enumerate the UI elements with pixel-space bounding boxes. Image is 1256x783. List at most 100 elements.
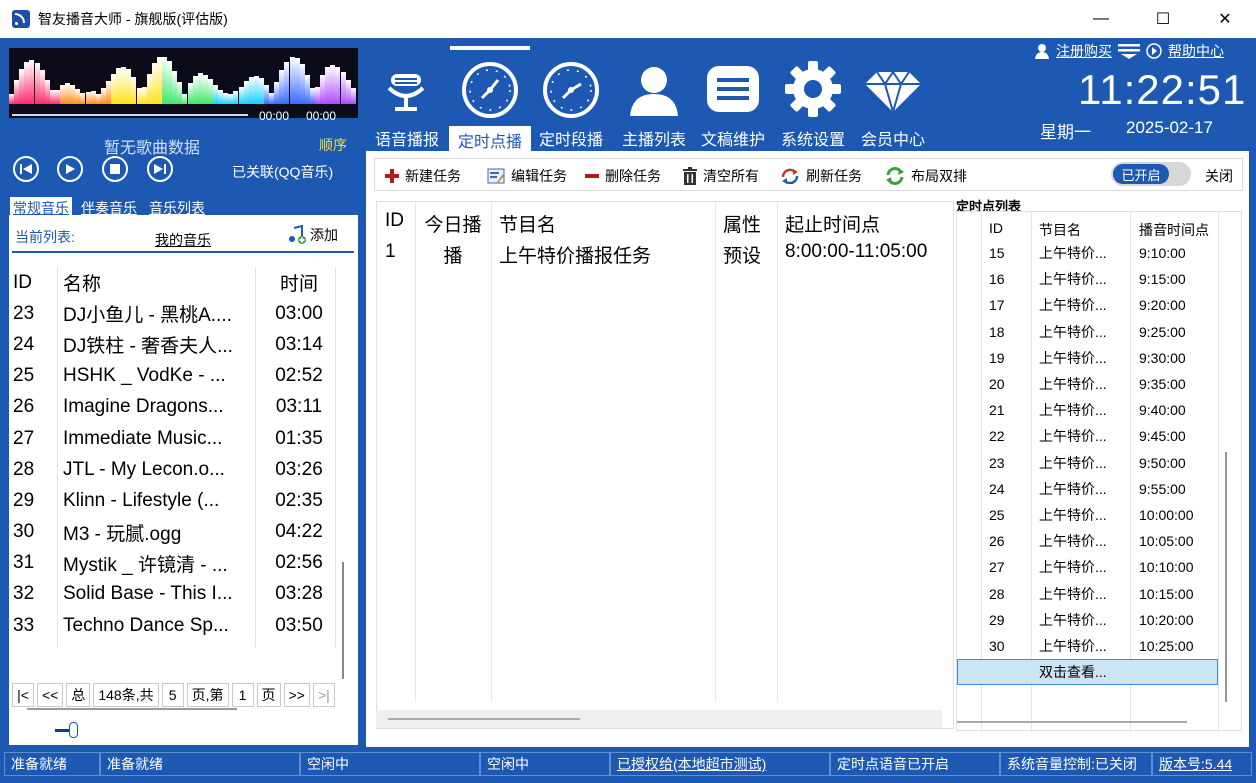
clear-all-button[interactable]: 清空所有 <box>683 166 759 186</box>
view-more-row-content[interactable]: 双击查看... <box>957 659 1131 685</box>
table-row[interactable]: 30 M3 - 玩腻.ogg 04:22 <box>9 517 355 548</box>
register-link[interactable]: 注册购买 <box>1056 41 1112 61</box>
timer-time: 9:45:00 <box>1139 428 1186 445</box>
timer-id: 28 <box>989 585 1005 602</box>
table-row[interactable]: 24 上午特价... 9:55:00 <box>957 476 1227 502</box>
play-order-button[interactable]: 顺序 <box>319 135 347 155</box>
table-row[interactable]: 23 上午特价... 9:50:00 <box>957 450 1227 476</box>
song-table: ID 名称 时间 23 DJ小鱼儿 - 黑桃A.... 03:00 24 DJ铁柱 - … <box>9 267 355 641</box>
table-row[interactable]: 24 DJ铁柱 - 奢香夫人... 03:14 <box>9 329 355 360</box>
header-id[interactable]: ID <box>9 272 57 294</box>
song-name: Mystik _ 许镜清 - ... <box>63 554 228 576</box>
table-row[interactable]: 23 DJ小鱼儿 - 黑桃A.... 03:00 <box>9 298 355 329</box>
table-row[interactable]: 30 上午特价... 10:25:00 <box>957 633 1227 659</box>
table-row[interactable]: 16 上午特价... 9:15:00 <box>957 266 1227 292</box>
table-row[interactable]: 33 Techno Dance Sp... 03:50 <box>9 610 355 641</box>
nav-system-settings[interactable]: 系统设置 <box>772 46 854 149</box>
prev-page-button[interactable]: << <box>37 683 64 707</box>
nav-anchor-list[interactable]: 主播列表 <box>613 46 695 149</box>
table-row[interactable]: 31 Mystik _ 许镜清 - ... 02:56 <box>9 548 355 579</box>
refresh-icon <box>781 168 799 184</box>
timer-list-scrollbar[interactable] <box>1225 452 1227 702</box>
refresh-task-button[interactable]: 刷新任务 <box>780 166 862 186</box>
record-count: 148条,共 <box>93 683 159 707</box>
table-row[interactable]: 22 上午特价... 9:45:00 <box>957 423 1227 449</box>
delete-task-button[interactable]: 删除任务 <box>585 166 661 186</box>
header-attr[interactable]: 属性 <box>715 210 777 237</box>
toggle-off-label[interactable]: 关闭 <box>1205 166 1233 186</box>
stop-button[interactable] <box>102 156 128 182</box>
add-music-button[interactable]: 添加 <box>287 225 338 245</box>
header-name[interactable]: 名称 <box>57 269 255 296</box>
timer-list-hscrollbar[interactable] <box>957 716 1241 730</box>
menu-icon[interactable] <box>1118 43 1140 59</box>
song-name: Techno Dance Sp... <box>63 614 229 636</box>
table-row[interactable]: 32 Solid Base - This I... 03:28 <box>9 579 355 610</box>
header-name[interactable]: 节目名 <box>1031 220 1131 240</box>
header-name[interactable]: 节目名 <box>491 210 715 237</box>
nav-voice-broadcast[interactable]: 语音播报 <box>366 46 448 149</box>
table-row[interactable]: 28 上午特价... 10:15:00 <box>957 581 1227 607</box>
table-row[interactable]: 20 上午特价... 9:35:00 <box>957 371 1227 397</box>
nav-timed-play[interactable]: 定时点播 <box>449 46 531 154</box>
status-license-link[interactable]: 已授权给(本地超市测试) <box>610 752 830 776</box>
scroll-thumb[interactable] <box>957 721 1187 723</box>
table-row[interactable]: 17 上午特价... 9:20:00 <box>957 292 1227 318</box>
playback-progress[interactable] <box>12 114 248 116</box>
current-list-name[interactable]: 我的音乐 <box>155 230 211 250</box>
nav-member-center[interactable]: 会员中心 <box>852 46 934 149</box>
edit-task-button[interactable]: 编辑任务 <box>487 166 567 186</box>
table-row[interactable]: 15 上午特价... 9:10:00 <box>957 240 1227 266</box>
next-page-button[interactable]: >> <box>283 683 310 707</box>
table-row[interactable]: 25 上午特价... 10:00:00 <box>957 502 1227 528</box>
table-row[interactable]: 21 上午特价... 9:40:00 <box>957 397 1227 423</box>
status-version-link[interactable]: 版本号:5.44 <box>1152 752 1252 776</box>
next-button[interactable] <box>147 156 173 182</box>
timer-time: 10:10:00 <box>1139 559 1194 576</box>
table-row[interactable]: 25 HSHK _ VodKe - ... 02:52 <box>9 361 355 392</box>
play-button[interactable] <box>57 156 83 182</box>
user-icon <box>1035 44 1049 59</box>
header-time[interactable]: 播音时间点 <box>1131 220 1227 240</box>
add-music-label: 添加 <box>310 227 338 243</box>
header-range[interactable]: 起止时间点 <box>777 210 955 237</box>
first-page-button[interactable]: |< <box>12 683 34 707</box>
volume-slider[interactable] <box>55 722 303 738</box>
song-list-scrollbar[interactable] <box>342 562 344 679</box>
maximize-button[interactable]: ☐ <box>1132 0 1194 38</box>
table-row[interactable]: 1 播 上午特价播报任务 预设 8:00:00-11:05:00 <box>377 241 955 268</box>
table-row[interactable]: 27 Immediate Music... 01:35 <box>9 423 355 454</box>
timer-id: 19 <box>989 349 1005 366</box>
minimize-button[interactable]: — <box>1070 0 1132 38</box>
help-center-link[interactable]: 帮助中心 <box>1168 41 1224 61</box>
timer-time: 9:40:00 <box>1139 402 1186 419</box>
header-today[interactable]: 今日播 <box>415 210 491 237</box>
table-row[interactable]: 26 上午特价... 10:05:00 <box>957 528 1227 554</box>
timer-id: 26 <box>989 533 1005 550</box>
layout-double-button[interactable]: 布局双排 <box>885 166 967 186</box>
table-row[interactable]: 29 Klinn - Lifestyle (... 02:35 <box>9 485 355 516</box>
close-button[interactable]: ✕ <box>1194 0 1256 38</box>
header-time[interactable]: 时间 <box>255 269 335 296</box>
table-row[interactable]: 27 上午特价... 10:10:00 <box>957 554 1227 580</box>
table-row[interactable]: 28 JTL - My Lecon.o... 03:26 <box>9 454 355 485</box>
timer-name: 上午特价... <box>1039 323 1107 340</box>
table-row[interactable]: 19 上午特价... 9:30:00 <box>957 345 1227 371</box>
last-page-button[interactable]: >| <box>312 683 335 707</box>
header-id[interactable]: ID <box>957 220 1031 240</box>
table-row[interactable]: 18 上午特价... 9:25:00 <box>957 319 1227 345</box>
header-id[interactable]: ID <box>377 210 415 237</box>
song-list-hscrollbar[interactable] <box>27 708 237 710</box>
schedule-toggle[interactable]: 已开启 <box>1111 162 1191 186</box>
nav-script-maintenance[interactable]: 文稿维护 <box>692 46 774 149</box>
table-row[interactable]: 26 Imagine Dragons... 03:11 <box>9 392 355 423</box>
volume-knob[interactable] <box>69 722 79 738</box>
scroll-thumb[interactable] <box>388 718 580 720</box>
new-task-button[interactable]: 新建任务 <box>385 166 461 186</box>
table-row[interactable]: 29 上午特价... 10:20:00 <box>957 607 1227 633</box>
task-name: 上午特价播报任务 <box>499 246 652 267</box>
task-table-hscrollbar[interactable] <box>376 710 942 728</box>
nav-period-play[interactable]: 定时段播 <box>530 46 612 149</box>
current-page[interactable]: 1 <box>231 683 254 707</box>
previous-button[interactable] <box>13 156 39 182</box>
